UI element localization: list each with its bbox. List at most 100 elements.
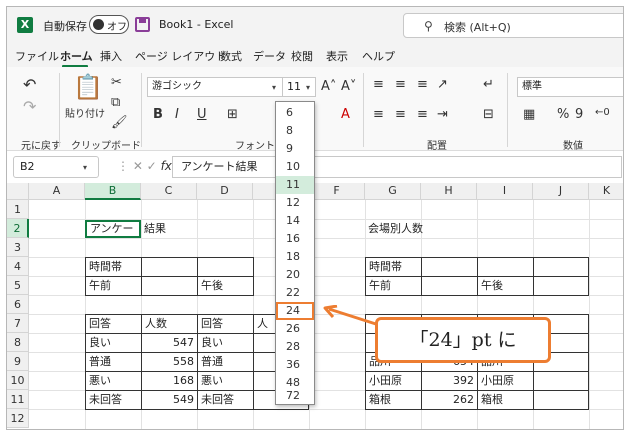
tab-data[interactable]: データ xyxy=(253,48,286,64)
bold-icon[interactable]: B xyxy=(153,107,163,122)
row-header-3[interactable]: 3 xyxy=(7,238,29,257)
tab-view[interactable]: 表示 xyxy=(326,48,348,64)
font-size-option[interactable]: 18 xyxy=(276,248,314,266)
column-header-c[interactable]: C xyxy=(141,183,197,200)
column-header-f[interactable]: F xyxy=(309,183,365,200)
cell-b5[interactable]: 午前 xyxy=(85,276,142,296)
copy-icon[interactable]: ⧉ xyxy=(111,95,120,110)
font-size-option[interactable]: 8 xyxy=(276,122,314,140)
row-header-8[interactable]: 8 xyxy=(7,333,29,352)
align-center-icon[interactable]: ≡ xyxy=(395,107,406,122)
number-format-select[interactable]: 標準 xyxy=(517,77,623,97)
cell-j11[interactable] xyxy=(533,390,589,410)
cell-i5[interactable]: 午後 xyxy=(477,276,534,296)
row-header-2[interactable]: 2 xyxy=(7,219,29,238)
align-bottom-icon[interactable]: ≡ xyxy=(417,77,428,92)
search-box[interactable]: ⚲ 検索 (Alt+Q) xyxy=(403,13,623,38)
cell-c4[interactable] xyxy=(141,257,198,277)
column-header-j[interactable]: J xyxy=(533,183,589,200)
redo-icon[interactable]: ↷ xyxy=(23,97,36,116)
font-size-option[interactable]: 28 xyxy=(276,338,314,356)
font-color-icon[interactable]: A xyxy=(341,107,350,122)
align-left-icon[interactable]: ≡ xyxy=(373,107,384,122)
column-header-g[interactable]: G xyxy=(365,183,421,200)
save-icon[interactable] xyxy=(135,17,150,32)
tab-file[interactable]: ファイル xyxy=(15,48,59,64)
paste-label[interactable]: 貼り付け xyxy=(65,105,105,120)
tab-insert[interactable]: 挿入 xyxy=(100,48,122,64)
cell-c5[interactable] xyxy=(141,276,198,296)
tab-help[interactable]: ヘルプ xyxy=(362,48,395,64)
fx-icon[interactable]: ⋮ ✕ ✓ fx xyxy=(117,159,172,173)
font-size-option[interactable]: 36 xyxy=(276,356,314,374)
align-middle-icon[interactable]: ≡ xyxy=(395,77,406,92)
font-size-option[interactable]: 16 xyxy=(276,230,314,248)
tab-formulas[interactable]: 数式 xyxy=(220,48,242,64)
currency-icon[interactable]: ▦ xyxy=(523,107,535,122)
column-header-k[interactable]: K xyxy=(589,183,623,200)
cell-j5[interactable] xyxy=(533,276,589,296)
cut-icon[interactable]: ✂ xyxy=(111,75,122,90)
font-size-option[interactable]: 20 xyxy=(276,266,314,284)
align-top-icon[interactable]: ≡ xyxy=(373,77,384,92)
row-header-11[interactable]: 11 xyxy=(7,390,29,409)
row-header-9[interactable]: 9 xyxy=(7,352,29,371)
cell-h4[interactable] xyxy=(421,257,478,277)
font-size-option[interactable]: 26 xyxy=(276,320,314,338)
font-size-option-current[interactable]: 11 xyxy=(276,176,314,194)
cell-g2[interactable]: 会場別人数 xyxy=(365,220,465,238)
increase-decimal-icon[interactable]: ←0 xyxy=(595,107,610,118)
italic-icon[interactable]: I xyxy=(175,107,179,122)
cell-j10[interactable] xyxy=(533,371,589,391)
wrap-text-icon[interactable]: ↵ xyxy=(483,77,494,92)
font-size-option[interactable]: 6 xyxy=(276,104,314,122)
column-header-i[interactable]: I xyxy=(477,183,533,200)
cell-d8[interactable]: 良い xyxy=(197,333,254,353)
cell-i11[interactable]: 箱根 xyxy=(477,390,534,410)
indent-icon[interactable]: ⇥ xyxy=(437,107,448,122)
row-header-5[interactable]: 5 xyxy=(7,276,29,295)
cell-i10[interactable]: 小田原 xyxy=(477,371,534,391)
font-size-option[interactable]: 10 xyxy=(276,158,314,176)
font-size-option[interactable]: 14 xyxy=(276,212,314,230)
tab-review[interactable]: 校閲 xyxy=(291,48,313,64)
column-header-d[interactable]: D xyxy=(197,183,253,200)
row-header-10[interactable]: 10 xyxy=(7,371,29,390)
percent-icon[interactable]: % xyxy=(557,107,569,122)
select-all-corner[interactable] xyxy=(7,183,29,200)
formula-input[interactable]: アンケート結果 xyxy=(172,156,622,178)
cell-c9[interactable]: 558 xyxy=(141,352,198,372)
cell-c7[interactable]: 人数 xyxy=(141,314,198,334)
font-size-option[interactable]: 9 xyxy=(276,140,314,158)
cell-g11[interactable]: 箱根 xyxy=(365,390,422,410)
cell-b8[interactable]: 良い xyxy=(85,333,142,353)
cell-g5[interactable]: 午前 xyxy=(365,276,422,296)
cell-b2-selected[interactable]: アンケー xyxy=(85,220,141,238)
cell-b10[interactable]: 悪い xyxy=(85,371,142,391)
cell-h10[interactable]: 392 xyxy=(421,371,478,391)
cell-d4[interactable] xyxy=(197,257,254,277)
column-header-a[interactable]: A xyxy=(29,183,85,200)
row-header-12[interactable]: 12 xyxy=(7,409,29,428)
cell-b11[interactable]: 未回答 xyxy=(85,390,142,410)
align-right-icon[interactable]: ≡ xyxy=(417,107,428,122)
autosave-toggle[interactable]: オフ xyxy=(89,15,129,34)
orientation-icon[interactable]: ↗ xyxy=(437,77,448,92)
undo-icon[interactable]: ↶ xyxy=(23,75,36,94)
cell-h11[interactable]: 262 xyxy=(421,390,478,410)
cell-d7[interactable]: 回答 xyxy=(197,314,254,334)
cell-g4[interactable]: 時間帯 xyxy=(365,257,422,277)
paste-icon[interactable]: 📋 xyxy=(73,73,103,101)
cell-c8[interactable]: 547 xyxy=(141,333,198,353)
decrease-font-icon[interactable]: A˅ xyxy=(341,79,356,94)
column-header-b[interactable]: B xyxy=(85,183,141,200)
cell-g10[interactable]: 小田原 xyxy=(365,371,422,391)
merge-cells-icon[interactable]: ⊟ xyxy=(483,107,494,122)
font-name-select[interactable]: 游ゴシック xyxy=(147,77,283,97)
cell-d5[interactable]: 午後 xyxy=(197,276,254,296)
row-header-7[interactable]: 7 xyxy=(7,314,29,333)
cell-c10[interactable]: 168 xyxy=(141,371,198,391)
cell-c11[interactable]: 549 xyxy=(141,390,198,410)
font-size-option[interactable]: 22 xyxy=(276,284,314,302)
tab-home[interactable]: ホーム xyxy=(60,48,93,64)
